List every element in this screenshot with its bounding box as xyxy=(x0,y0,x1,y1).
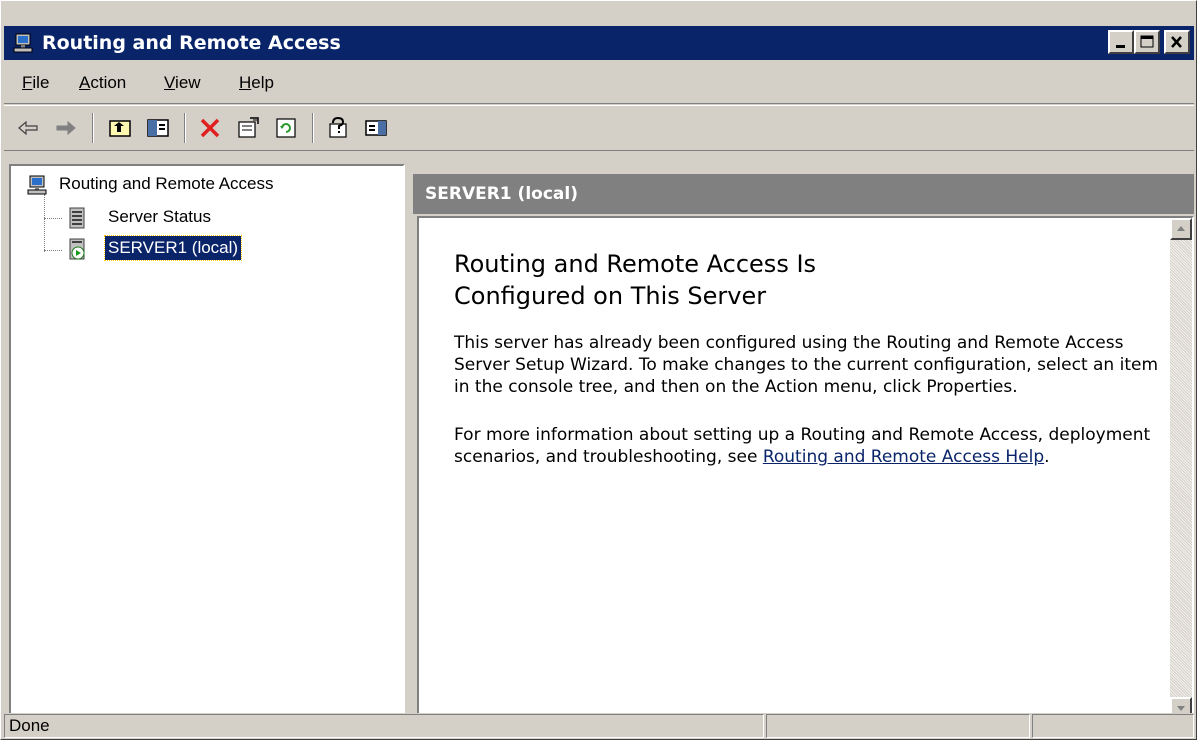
refresh-button[interactable] xyxy=(270,112,302,144)
delete-icon xyxy=(200,118,220,138)
console-tree[interactable]: Routing and Remote Access Server Status … xyxy=(9,164,405,721)
routing-console-icon xyxy=(13,33,33,53)
content-paragraph-1: This server has already been configured … xyxy=(454,333,1159,397)
status-panel-3 xyxy=(1032,714,1194,738)
refresh-icon xyxy=(276,118,296,138)
menu-action[interactable]: Action xyxy=(79,72,126,94)
tree-item-label: Routing and Remote Access xyxy=(59,174,274,193)
menu-help[interactable]: Help xyxy=(239,72,274,94)
status-bar: Done xyxy=(4,713,1194,739)
mmc-window: Routing and Remote Access File Action Vi… xyxy=(0,0,1197,740)
window-title: Routing and Remote Access xyxy=(42,32,341,54)
up-one-level-button[interactable] xyxy=(104,112,136,144)
close-button[interactable] xyxy=(1164,30,1190,54)
server-status-icon xyxy=(69,207,85,229)
title-bar[interactable]: Routing and Remote Access xyxy=(4,26,1194,60)
status-panel-2 xyxy=(766,714,1030,738)
delete-button[interactable] xyxy=(194,112,226,144)
server-running-icon xyxy=(69,238,85,260)
minimize-icon xyxy=(1116,45,1125,48)
help-button[interactable] xyxy=(322,112,354,144)
maximize-button[interactable] xyxy=(1134,30,1160,54)
back-button[interactable] xyxy=(12,112,44,144)
tree-item-label: Server Status xyxy=(108,207,211,226)
content-heading-line1: Routing and Remote Access Is xyxy=(454,250,817,278)
menu-view[interactable]: View xyxy=(164,72,201,94)
status-text: Done xyxy=(4,714,764,738)
routing-console-icon xyxy=(27,175,47,195)
show-hide-tree-button[interactable] xyxy=(142,112,174,144)
tree-item-label-selected: SERVER1 (local) xyxy=(103,235,243,261)
close-icon xyxy=(1171,36,1182,48)
back-icon xyxy=(18,120,38,136)
help-icon xyxy=(329,116,347,138)
properties-button[interactable] xyxy=(232,112,264,144)
toolbar-separator xyxy=(92,113,94,143)
scroll-up-arrow-icon xyxy=(1177,226,1185,231)
paragraph-text: . xyxy=(1044,447,1050,467)
details-content: Routing and Remote Access Is Configured … xyxy=(417,216,1194,721)
minimize-button[interactable] xyxy=(1108,30,1134,54)
details-header-title: SERVER1 (local) xyxy=(425,184,578,204)
details-header: SERVER1 (local) xyxy=(413,174,1194,214)
pane-splitter[interactable] xyxy=(405,164,413,721)
maximize-icon xyxy=(1140,35,1154,48)
content-paragraph-2: For more information about setting up a … xyxy=(454,424,1169,468)
tree-connector xyxy=(44,250,62,251)
content-heading-line2: Configured on This Server xyxy=(454,282,767,310)
content-heading: Routing and Remote Access Is Configured … xyxy=(454,248,1154,312)
help-link[interactable]: Routing and Remote Access Help xyxy=(763,447,1044,467)
details-pane: SERVER1 (local) Routing and Remote Acces… xyxy=(413,164,1194,721)
scroll-up-button[interactable] xyxy=(1170,218,1192,240)
vertical-scrollbar[interactable] xyxy=(1170,218,1192,719)
properties-icon xyxy=(238,117,259,138)
forward-icon xyxy=(56,120,76,136)
tree-connector xyxy=(44,194,45,252)
show-hide-tree-icon xyxy=(147,119,169,137)
tree-connector xyxy=(44,218,62,219)
show-hide-action-pane-icon xyxy=(365,120,387,136)
toolbar-separator xyxy=(312,113,314,143)
show-hide-action-pane-button[interactable] xyxy=(360,112,392,144)
toolbar-separator xyxy=(184,113,186,143)
forward-button[interactable] xyxy=(50,112,82,144)
toolbar xyxy=(4,105,1194,151)
menu-bar: File Action View Help xyxy=(4,63,1194,104)
menu-file[interactable]: File xyxy=(22,72,49,94)
up-one-level-icon xyxy=(109,120,131,137)
